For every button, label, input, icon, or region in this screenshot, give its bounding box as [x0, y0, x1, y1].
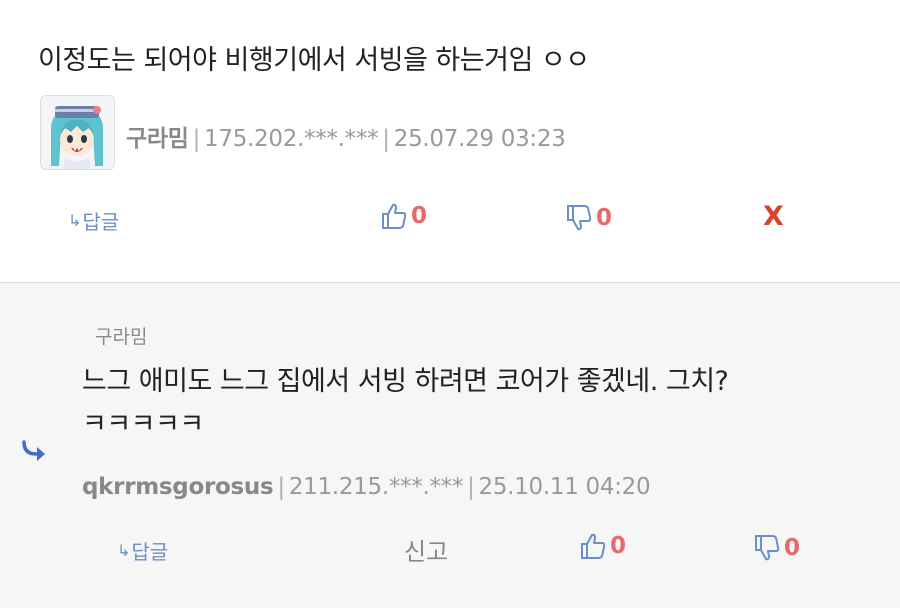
delete-button[interactable]: X	[763, 201, 784, 232]
reply-button[interactable]: ↳ 답글	[68, 206, 119, 235]
thumbs-down-icon	[755, 535, 780, 561]
reply-label: 답글	[131, 540, 169, 564]
comment-meta: 구라밈 | 175.202.***.*** | 25.07.29 03:23	[126, 119, 566, 153]
author-nickname[interactable]: 구라밈	[126, 126, 189, 152]
reply-date: 25.10.11 04:20	[478, 474, 651, 500]
like-button[interactable]: 0	[580, 532, 626, 560]
reply-arrow-icon: ↳	[68, 211, 82, 230]
avatar[interactable]	[40, 95, 115, 170]
reply-button[interactable]: ↳ 답글	[117, 536, 168, 565]
meta-separator: |	[382, 126, 390, 152]
reply-target-nickname: 구라밈	[95, 326, 148, 348]
comment: 이정도는 되어야 비행기에서 서빙을 하는거임 ㅇㅇ 구라밈 | 175.202.*…	[0, 0, 900, 282]
meta-separator: |	[467, 474, 475, 500]
dislike-count: 0	[784, 535, 801, 561]
reply-text-line: ㅋㅋㅋㅋㅋ	[82, 409, 204, 440]
report-button[interactable]: 신고	[404, 532, 448, 567]
thumbs-down-icon	[567, 205, 592, 231]
comment-text: 이정도는 되어야 비행기에서 서빙을 하는거임 ㅇㅇ	[38, 45, 590, 76]
reply-author-ip: 211.215.***.***	[288, 474, 464, 500]
reply-indicator-icon	[20, 440, 48, 468]
dislike-button[interactable]: 0	[566, 204, 612, 232]
reply-text: 느그 애미도 느그 집에서 서빙 하려면 코어가 좋겠네. 그치? ㅋㅋㅋㅋㅋ	[82, 360, 729, 446]
comment-date: 25.07.29 03:23	[393, 126, 566, 152]
like-count: 0	[411, 203, 428, 229]
meta-separator: |	[277, 474, 285, 500]
reply-arrow-icon: ↳	[117, 541, 131, 560]
thumbs-up-icon	[382, 203, 407, 229]
meta-separator: |	[192, 126, 201, 152]
thumbs-up-icon	[581, 533, 606, 559]
author-ip: 175.202.***.***	[204, 126, 379, 152]
reply-text-line: 느그 애미도 느그 집에서 서빙 하려면 코어가 좋겠네. 그치?	[82, 366, 729, 397]
avatar-icon	[41, 96, 114, 169]
dislike-count: 0	[596, 205, 613, 231]
like-count: 0	[610, 533, 627, 559]
reply-author-nickname[interactable]: qkrrmsgorosus	[82, 474, 274, 500]
reply-meta: qkrrmsgorosus | 211.215.***.*** | 25.10.11 0…	[82, 474, 651, 500]
dislike-button[interactable]: 0	[754, 534, 800, 562]
like-button[interactable]: 0	[381, 202, 427, 230]
reply-label: 답글	[82, 210, 120, 234]
